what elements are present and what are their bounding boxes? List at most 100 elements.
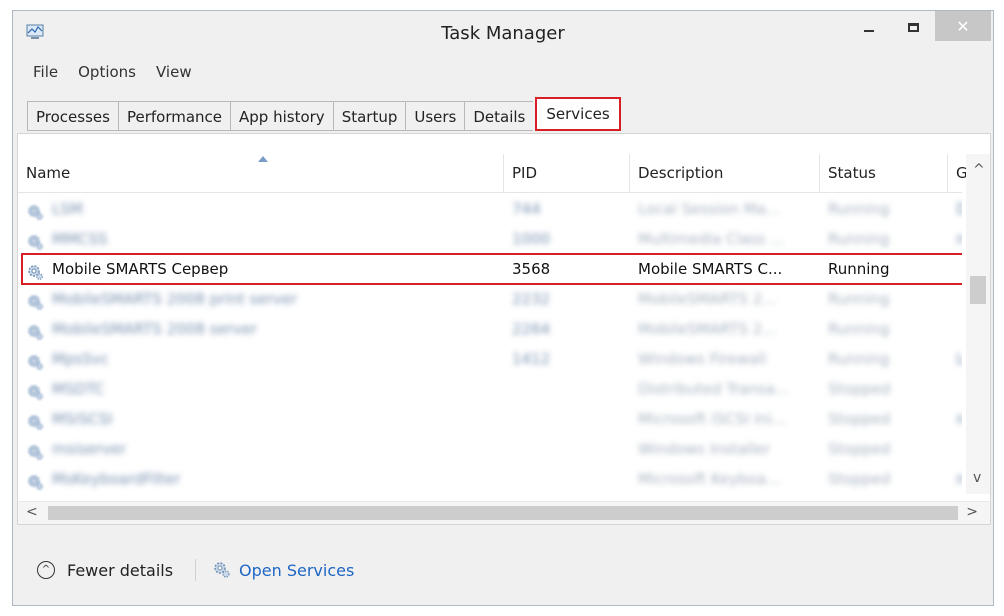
tab-performance[interactable]: Performance xyxy=(117,101,231,131)
cell-name: MobileSMARTS 2008 print server xyxy=(52,290,298,308)
scroll-left-icon[interactable]: < xyxy=(26,504,38,520)
cell-pid xyxy=(504,374,630,404)
close-button[interactable]: ✕ xyxy=(935,11,991,41)
title-bar[interactable]: Task Manager ✕ xyxy=(13,11,993,59)
horizontal-scrollbar[interactable]: < > xyxy=(18,501,990,524)
cell-group xyxy=(948,284,962,314)
cell-group: ne xyxy=(948,404,962,434)
column-header-group[interactable]: Gr xyxy=(948,154,974,192)
cell-description: Distributed Transa... xyxy=(638,380,790,398)
table-row[interactable]: MMCSS 1000 Multimedia Class ... Running ne xyxy=(18,224,962,254)
scroll-down-icon[interactable]: v xyxy=(973,470,981,486)
cell-description: Microsoft iSCSI Ini... xyxy=(638,410,787,428)
cell-status: Running xyxy=(828,320,890,338)
cell-name: msiserver xyxy=(52,440,127,458)
cell-pid xyxy=(504,464,630,494)
cell-description: MobileSMARTS 2... xyxy=(638,290,777,308)
cell-group: ne xyxy=(948,464,962,494)
menu-file[interactable]: File xyxy=(13,63,68,87)
cell-description: MobileSMARTS 2... xyxy=(638,320,777,338)
cell-status: Running xyxy=(828,350,890,368)
column-header-pid[interactable]: PID xyxy=(504,154,630,192)
cell-group xyxy=(948,434,962,464)
task-manager-window: Task Manager ✕ File Options View Process… xyxy=(12,10,994,606)
tab-services[interactable]: Services xyxy=(535,97,621,131)
cell-name: MobileSMARTS 2008 server xyxy=(52,320,258,338)
sort-ascending-icon xyxy=(258,156,268,162)
cell-pid xyxy=(504,434,630,464)
tab-details[interactable]: Details xyxy=(464,101,534,131)
cell-pid: 2264 xyxy=(512,320,551,338)
scroll-right-icon[interactable]: > xyxy=(966,504,978,520)
table-row[interactable]: MSiSCSI Microsoft iSCSI Ini... Stopped ne xyxy=(18,404,962,434)
cell-group: Lo xyxy=(948,344,962,374)
menu-view[interactable]: View xyxy=(146,63,202,87)
table-row[interactable]: msiserver Windows Installer Stopped xyxy=(18,434,962,464)
cell-description: Local Session Ma... xyxy=(638,200,781,218)
cell-name: MSDTC xyxy=(52,380,105,398)
horizontal-scroll-thumb[interactable] xyxy=(48,506,958,520)
cell-name: MsKeyboardFilter xyxy=(52,470,181,488)
cell-status: Running xyxy=(828,230,890,248)
menu-bar: File Options View xyxy=(13,63,202,87)
cell-pid: 1412 xyxy=(512,350,551,368)
cell-description: Windows Installer xyxy=(638,440,771,458)
cell-pid: 2232 xyxy=(512,290,551,308)
services-list: LSM 744 Local Session Ma... Running D: MMCSS 1… xyxy=(18,194,962,506)
tab-startup[interactable]: Startup xyxy=(332,101,406,131)
cell-description: Multimedia Class ... xyxy=(638,230,785,248)
cell-pid: 744 xyxy=(512,200,541,218)
cell-group: D: xyxy=(948,194,962,224)
footer-divider xyxy=(195,559,196,581)
footer: ^ Fewer details Open Services xyxy=(13,551,993,595)
minimize-icon xyxy=(864,30,874,32)
cell-group: ne xyxy=(948,224,962,254)
tab-processes[interactable]: Processes xyxy=(27,101,118,131)
highlight-box xyxy=(21,253,962,285)
minimize-button[interactable] xyxy=(849,11,889,43)
cell-group xyxy=(948,374,962,404)
table-row[interactable]: MsKeyboardFilter Microsoft Keyboa... Stopp… xyxy=(18,464,962,494)
tab-app-history[interactable]: App history xyxy=(230,101,333,131)
table-header: Name PID Description Status Gr xyxy=(18,154,974,193)
cell-name: LSM xyxy=(52,200,83,218)
cell-status: Stopped xyxy=(828,470,891,488)
services-gear-icon xyxy=(214,562,230,578)
cell-pid: 1000 xyxy=(512,230,551,248)
cell-status: Running xyxy=(828,290,890,308)
cell-description: Microsoft Keyboa... xyxy=(638,470,781,488)
cell-name: MSiSCSI xyxy=(52,410,113,428)
tab-bar: Processes Performance App history Startu… xyxy=(27,97,621,131)
cell-status: Stopped xyxy=(828,380,891,398)
vertical-scroll-thumb[interactable] xyxy=(970,276,986,304)
chevron-up-icon[interactable]: ^ xyxy=(37,561,55,579)
cell-status: Stopped xyxy=(828,440,891,458)
cell-name: MpsSvc xyxy=(52,350,109,368)
cell-status: Stopped xyxy=(828,410,891,428)
vertical-scrollbar[interactable]: ^ v xyxy=(966,154,990,494)
column-name-label: Name xyxy=(26,164,71,182)
close-icon: ✕ xyxy=(956,16,970,36)
menu-options[interactable]: Options xyxy=(68,63,146,87)
cell-group xyxy=(948,314,962,344)
cell-description: Windows Firewall xyxy=(638,350,767,368)
column-header-status[interactable]: Status xyxy=(820,154,948,192)
maximize-icon xyxy=(907,22,919,32)
cell-pid xyxy=(504,404,630,434)
table-row[interactable]: LSM 744 Local Session Ma... Running D: xyxy=(18,194,962,224)
tab-users[interactable]: Users xyxy=(405,101,465,131)
cell-name: MMCSS xyxy=(52,230,108,248)
fewer-details-button[interactable]: Fewer details xyxy=(67,561,173,580)
window-title: Task Manager xyxy=(441,23,565,44)
open-services-link[interactable]: Open Services xyxy=(239,561,354,580)
table-row[interactable]: MpsSvc 1412 Windows Firewall Running Lo xyxy=(18,344,962,374)
table-row[interactable]: MSDTC Distributed Transa... Stopped xyxy=(18,374,962,404)
maximize-button[interactable] xyxy=(893,11,933,43)
column-header-description[interactable]: Description xyxy=(630,154,820,192)
scroll-up-icon[interactable]: ^ xyxy=(973,162,985,178)
table-row[interactable]: MobileSMARTS 2008 server 2264 MobileSMARTS… xyxy=(18,314,962,344)
services-panel: Name PID Description Status Gr LSM 744 Loc… xyxy=(17,133,991,525)
table-row[interactable]: MobileSMARTS 2008 print server 2232 Mobile… xyxy=(18,284,962,314)
cell-status: Running xyxy=(828,200,890,218)
column-header-name[interactable]: Name xyxy=(18,154,504,192)
